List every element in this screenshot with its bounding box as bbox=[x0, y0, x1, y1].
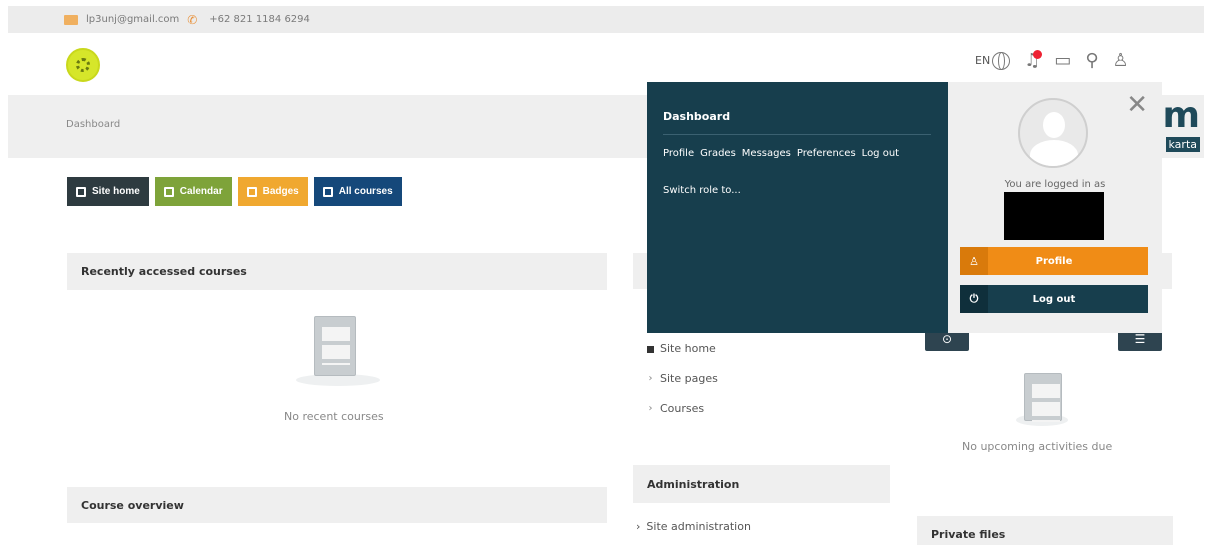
all-courses-label: All courses bbox=[338, 186, 393, 197]
menu-messages[interactable]: Messages bbox=[742, 148, 791, 159]
menu-switch-role[interactable]: Switch role to... bbox=[663, 185, 741, 196]
private-files-header: Private files bbox=[917, 516, 1173, 545]
phone-icon: ✆ bbox=[187, 12, 198, 27]
site-home-label: Site home bbox=[92, 186, 140, 197]
language-menu[interactable]: EN bbox=[975, 51, 1011, 70]
chevron-right-icon: › bbox=[636, 520, 641, 533]
recent-courses-title: Recently accessed courses bbox=[81, 265, 247, 278]
user-icon: ♙ bbox=[960, 247, 988, 275]
site-administration-label: Site administration bbox=[646, 520, 751, 533]
brand-logo-letter: m bbox=[1162, 95, 1200, 136]
menu-logout[interactable]: Log out bbox=[862, 148, 899, 159]
calendar-label: Calendar bbox=[179, 186, 223, 197]
user-icon[interactable]: ♙ bbox=[1113, 50, 1129, 71]
no-upcoming-text: No upcoming activities due bbox=[962, 440, 1113, 453]
search-icon[interactable]: ⚲ bbox=[1085, 50, 1098, 71]
profile-button[interactable]: ♙ Profile bbox=[960, 247, 1148, 275]
bell-icon[interactable]: ♫ bbox=[1024, 50, 1043, 71]
calendar-icon bbox=[163, 186, 174, 197]
profile-button-label: Profile bbox=[1035, 255, 1073, 267]
private-files-title: Private files bbox=[931, 527, 1006, 541]
notification-badge bbox=[1033, 50, 1043, 59]
course-overview-title: Course overview bbox=[81, 498, 184, 512]
recent-courses-header: Recently accessed courses bbox=[67, 253, 607, 290]
menu-preferences[interactable]: Preferences bbox=[797, 148, 856, 159]
menu-link-row: Profile Grades Messages Preferences Log … bbox=[663, 148, 899, 159]
site-logo[interactable] bbox=[66, 48, 100, 82]
breadcrumb[interactable]: Dashboard bbox=[66, 119, 120, 130]
nav-item-site-home[interactable]: Site home bbox=[647, 334, 718, 364]
globe-icon bbox=[992, 51, 1011, 70]
user-menu-links: Dashboard Profile Grades Messages Prefer… bbox=[647, 82, 948, 333]
administration-header: Administration bbox=[633, 465, 890, 503]
site-home-button[interactable]: Site home bbox=[67, 177, 149, 206]
menu-divider bbox=[663, 134, 931, 135]
badges-button[interactable]: Badges bbox=[237, 177, 308, 206]
home-icon bbox=[647, 345, 654, 353]
close-icon[interactable]: ✕ bbox=[1126, 92, 1148, 118]
no-recent-courses-text: No recent courses bbox=[284, 410, 384, 423]
user-menu-card: ✕ You are logged in as ♙ Profile ⏻ Log o… bbox=[948, 82, 1162, 333]
nav-item-label: Courses bbox=[660, 402, 705, 415]
nav-item-label: Site pages bbox=[660, 372, 718, 385]
nav-item-courses[interactable]: › Courses bbox=[647, 394, 718, 424]
logged-in-text: You are logged in as bbox=[1004, 179, 1106, 190]
home-icon bbox=[76, 186, 86, 197]
chevron-right-icon: › bbox=[648, 373, 653, 384]
bookmark-icon bbox=[246, 186, 257, 197]
administration-title: Administration bbox=[647, 477, 740, 491]
brand-logo-tag: karta bbox=[1165, 137, 1200, 152]
book-icon bbox=[322, 186, 333, 197]
contact-strip: lp3unj@gmail.com ✆ +62 821 1184 6294 bbox=[8, 6, 1204, 33]
avatar bbox=[1018, 98, 1088, 168]
nav-item-site-pages[interactable]: › Site pages bbox=[647, 364, 718, 394]
all-courses-button[interactable]: All courses bbox=[313, 177, 402, 206]
chat-icon[interactable]: ▭ bbox=[1054, 50, 1071, 71]
menu-profile[interactable]: Profile bbox=[663, 148, 694, 159]
navigation-header bbox=[633, 253, 647, 289]
menu-grades[interactable]: Grades bbox=[700, 148, 736, 159]
calendar-button[interactable]: Calendar bbox=[154, 177, 232, 206]
power-icon: ⏻ bbox=[960, 285, 988, 313]
course-overview-header: Course overview bbox=[67, 487, 607, 523]
badges-label: Badges bbox=[262, 186, 299, 197]
logout-button[interactable]: ⏻ Log out bbox=[960, 285, 1148, 313]
envelope-icon bbox=[64, 14, 78, 25]
redacted-username bbox=[1004, 192, 1104, 240]
contact-phone[interactable]: +62 821 1184 6294 bbox=[209, 14, 310, 25]
logout-button-label: Log out bbox=[1032, 293, 1076, 305]
navbar-icons: EN ♫ ▭ ⚲ ♙ bbox=[975, 50, 1129, 71]
navigation-tree: Site home › Site pages › Courses bbox=[647, 334, 718, 424]
quick-links: Site home Calendar Badges All courses bbox=[67, 177, 402, 206]
chevron-right-icon: › bbox=[648, 403, 653, 414]
language-label: EN bbox=[975, 54, 991, 67]
empty-events-illustration bbox=[1024, 373, 1062, 422]
site-administration-link[interactable]: › Site administration bbox=[636, 520, 751, 533]
contact-email[interactable]: lp3unj@gmail.com bbox=[86, 14, 179, 25]
empty-courses-illustration bbox=[314, 316, 356, 376]
menu-dashboard[interactable]: Dashboard bbox=[663, 110, 730, 123]
nav-item-label: Site home bbox=[660, 342, 716, 355]
